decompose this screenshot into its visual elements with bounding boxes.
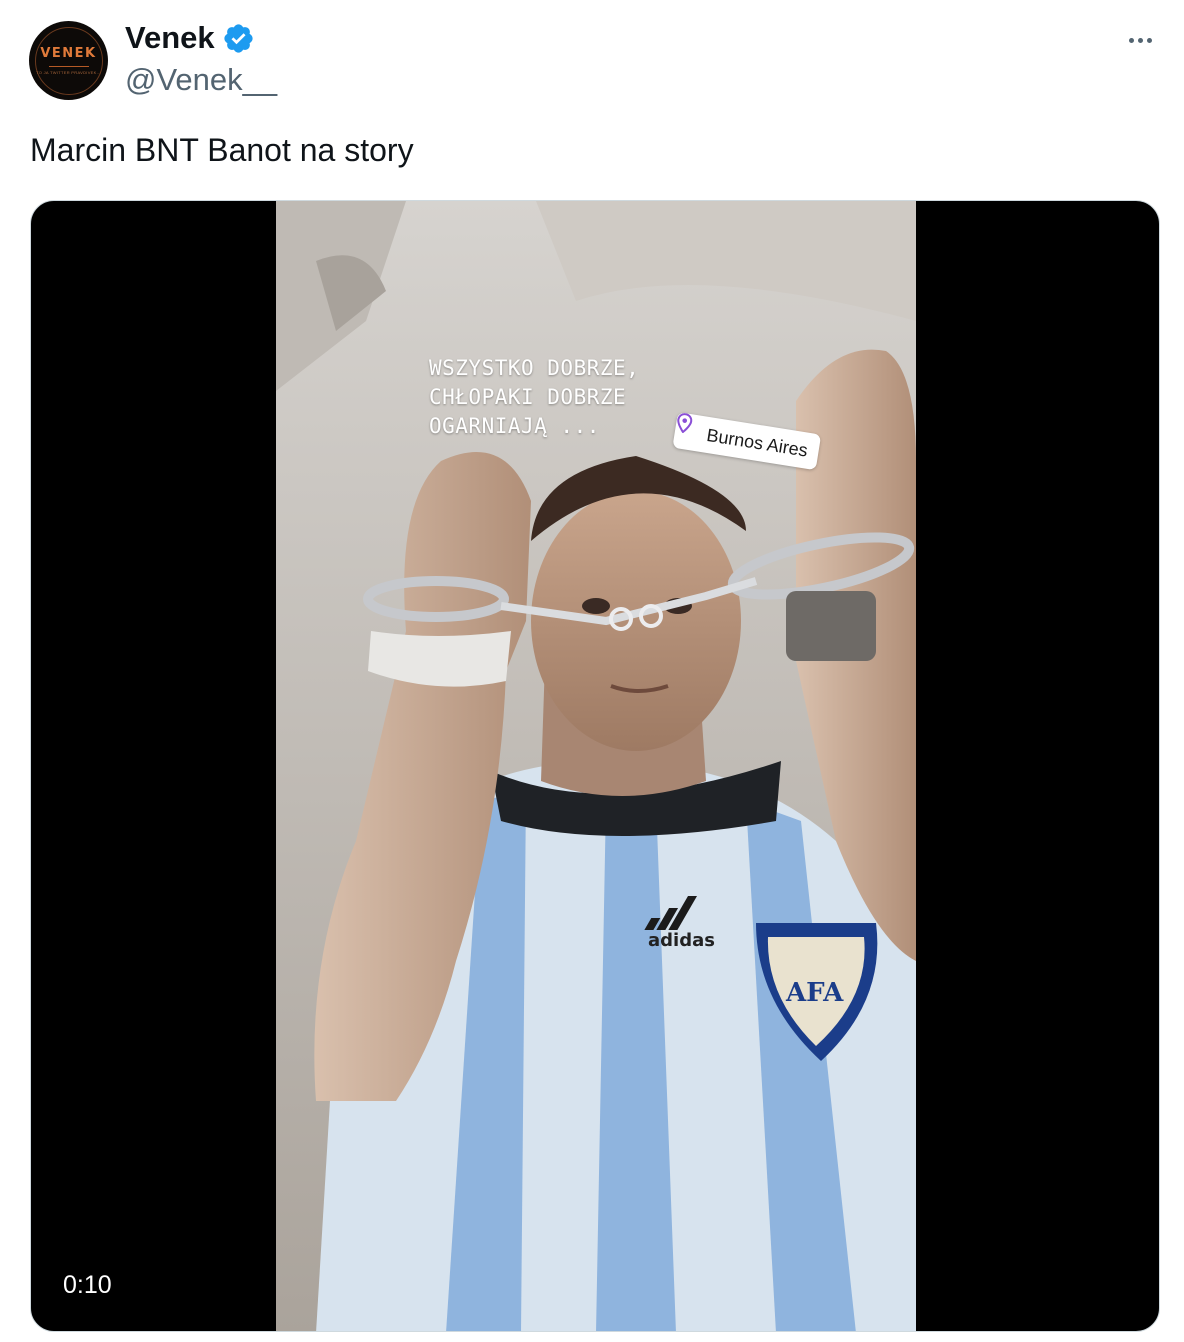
tweet-card: VENEK TO JA TWITTER PRAVDIVEK... Venek @… (0, 0, 1184, 1342)
location-pin-icon (677, 413, 702, 443)
author-name-row: Venek (125, 20, 255, 56)
more-dot (1146, 37, 1152, 43)
avatar-logo-divider (48, 66, 89, 67)
more-dot (1137, 37, 1143, 43)
story-caption: WSZYSTKO DOBRZE, CHŁOPAKI DOBRZE OGARNIA… (429, 356, 640, 438)
more-options-icon[interactable] (1122, 28, 1158, 52)
author-handle[interactable]: @Venek__ (125, 62, 277, 98)
avatar-logo-text: VENEK (40, 46, 97, 61)
crest-text: AFA (785, 978, 844, 1008)
avatar-logo-subtitle: TO JA TWITTER PRAVDIVEK... (36, 70, 101, 75)
avatar-logo: VENEK TO JA TWITTER PRAVDIVEK... (34, 26, 103, 95)
author-display-name[interactable]: Venek (125, 20, 215, 56)
tweet-text: Marcin BNT Banot na story (30, 132, 414, 168)
video-duration: 0:10 (63, 1271, 112, 1299)
verified-badge-icon[interactable] (222, 22, 255, 55)
jersey-brand-text: adidas (648, 930, 715, 951)
video-frame[interactable]: adidas AFA WSZYSTKO DOBRZE, CHŁOPAKI DOB… (276, 201, 916, 1331)
video-player[interactable]: adidas AFA WSZYSTKO DOBRZE, CHŁOPAKI DOB… (30, 200, 1160, 1332)
avatar[interactable]: VENEK TO JA TWITTER PRAVDIVEK... (29, 21, 108, 100)
more-dot (1128, 37, 1134, 43)
